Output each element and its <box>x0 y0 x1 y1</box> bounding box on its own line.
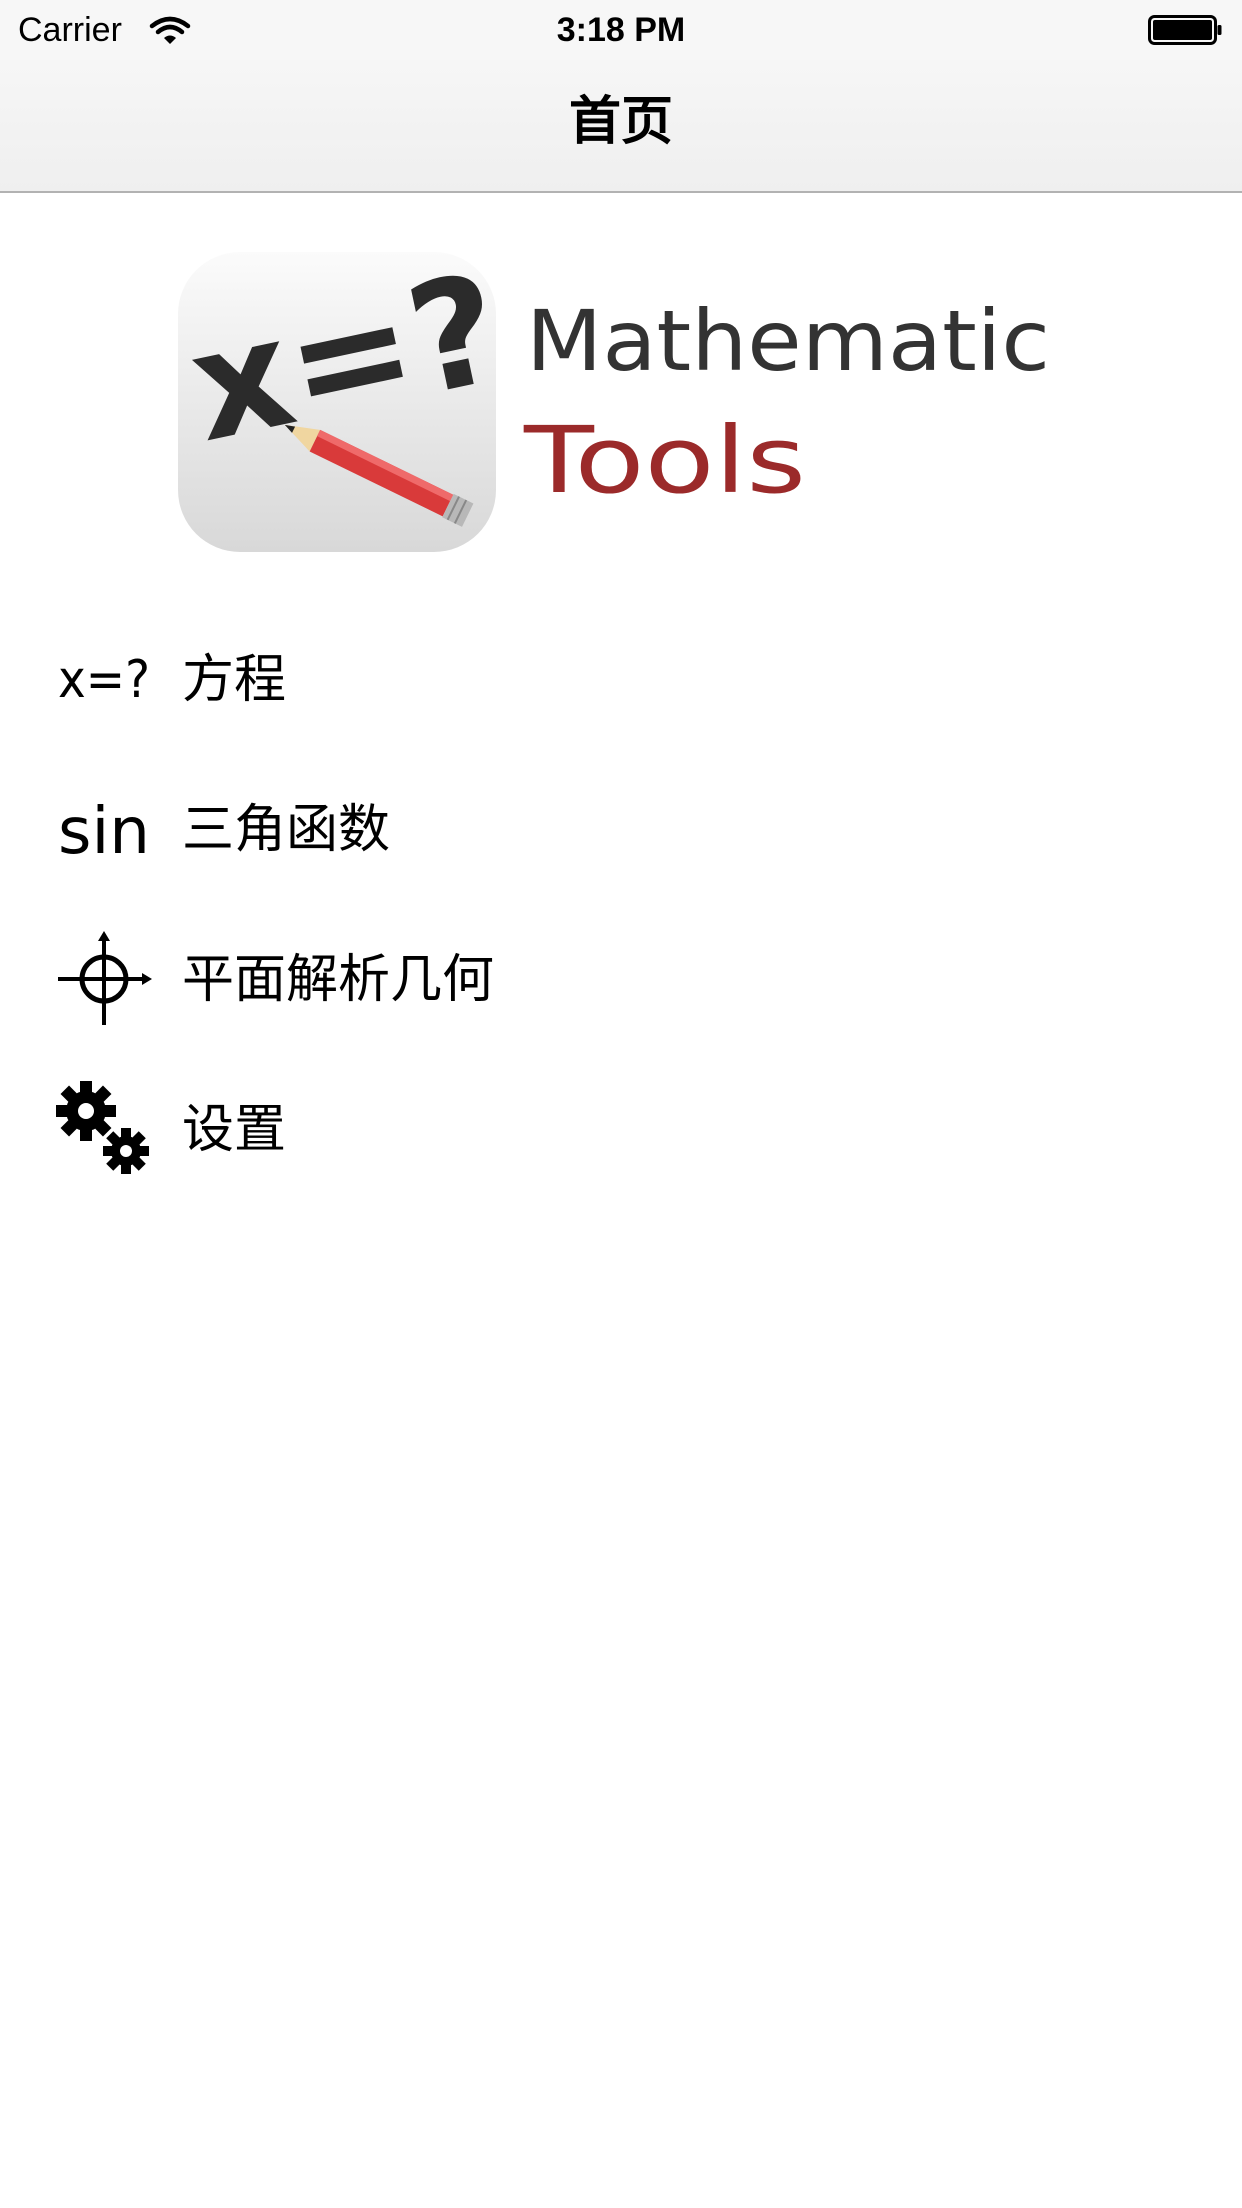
menu-label-settings: 设置 <box>182 1100 287 1160</box>
battery-icon <box>1148 15 1222 45</box>
menu-item-analytic-geometry[interactable]: 平面解析几何 <box>0 915 1242 1045</box>
menu-item-equation[interactable]: x=? 方程 <box>0 615 1242 745</box>
crosshair-icon <box>58 931 152 1025</box>
sine-icon: sin <box>58 795 150 869</box>
gears-icon <box>56 1081 149 1174</box>
navigation-bar: 首页 <box>0 60 1242 193</box>
menu-label-trigonometry: 三角函数 <box>182 800 391 860</box>
equation-icon: x=? <box>58 650 150 710</box>
menu-label-equation: 方程 <box>182 650 287 710</box>
sine-icon-text: sin <box>58 795 150 869</box>
equation-icon-text: x=? <box>58 650 150 710</box>
page-title: 首页 <box>568 92 673 152</box>
menu-item-trigonometry[interactable]: sin 三角函数 <box>0 765 1242 895</box>
logo-title-line2: Tools <box>523 407 806 514</box>
menu-label-analytic-geometry: 平面解析几何 <box>182 950 495 1010</box>
status-bar: Carrier 3:18 PM <box>0 0 1242 60</box>
logo-title-line1: Mathematic <box>526 292 1050 390</box>
menu-item-settings[interactable]: 设置 <box>0 1065 1242 1195</box>
clock: 3:18 PM <box>556 11 686 49</box>
app-logo: x=? Mathematic Tools <box>178 252 1050 552</box>
app-icon-tile: x=? <box>178 252 516 552</box>
